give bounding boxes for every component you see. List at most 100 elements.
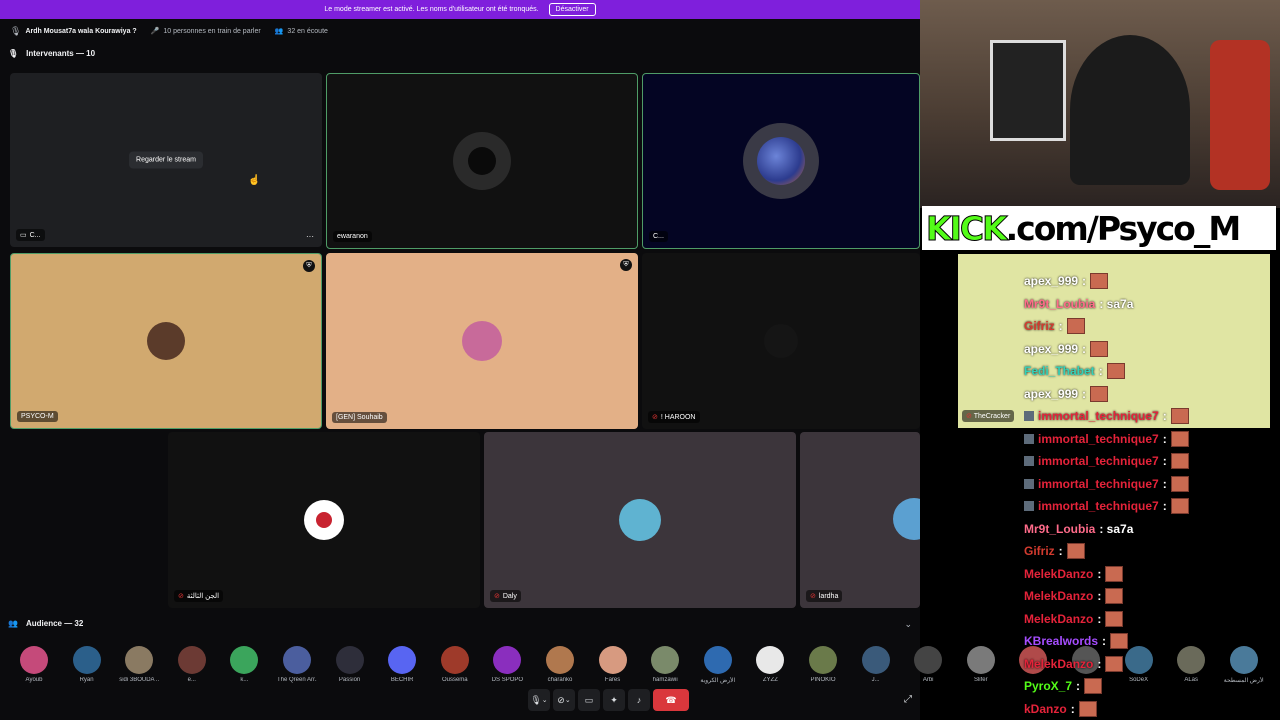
fullscreen-icon[interactable]: ⤢ xyxy=(904,694,912,705)
audience-member[interactable]: Oussema xyxy=(435,646,475,683)
disable-streamer-mode-button[interactable]: Désactiver xyxy=(548,3,596,16)
audience-member[interactable]: hamzawii xyxy=(645,646,685,683)
speaker-name-label: ⊘ TheCracker xyxy=(962,410,1015,422)
kick-url-banner: KICK .com/Psyco_M xyxy=(922,206,1276,250)
voice-controls: 🎙 ⌄ ⊘ ⌄ ▭ ✦ ♪ ☎ xyxy=(528,688,742,712)
chat-text: : xyxy=(1082,274,1087,289)
audience-name: الأرض الكروية xyxy=(700,678,736,684)
audience-avatar xyxy=(809,646,837,674)
audience-avatar xyxy=(72,646,101,674)
audience-name: e... xyxy=(187,677,196,683)
chat-username: immortal_technique7 xyxy=(1038,454,1159,469)
chat-badge-icon xyxy=(1024,501,1034,512)
speaker-name-label: PSYCO-M xyxy=(17,411,58,422)
audience-member[interactable]: The Qreen Arr... xyxy=(277,646,317,683)
banner-text: Le mode streamer est activé. Les noms d'… xyxy=(324,6,539,13)
camera-toggle-button[interactable]: ⊘ ⌄ xyxy=(553,689,575,711)
audience-avatar xyxy=(440,646,469,674)
sound-icon: ♪ xyxy=(636,695,642,705)
speaker-tile[interactable]: ⊘ lardha xyxy=(800,432,920,608)
chat-message: immortal_technique7: xyxy=(1024,405,1252,428)
speaking-count: 🎤 10 personnes en train de parler xyxy=(150,27,261,36)
chat-badge-icon xyxy=(1024,411,1034,422)
muted-icon: ⊘ xyxy=(810,593,816,600)
soundboard-button[interactable]: ♪ xyxy=(628,689,650,711)
audience-member[interactable]: Arbi xyxy=(908,646,948,683)
audience-member[interactable]: BECHIR xyxy=(382,646,422,683)
camera-off-icon: ⊘ xyxy=(557,694,565,705)
more-options-button[interactable]: ··· xyxy=(306,232,314,241)
speaker-name-label: ⊘ Daly xyxy=(490,590,521,602)
speaker-tile[interactable]: C... xyxy=(642,73,920,249)
chat-username: Gifriz xyxy=(1024,544,1055,559)
chat-emote-icon xyxy=(1105,610,1124,627)
audience-avatar xyxy=(651,646,680,674)
chat-text: : xyxy=(1162,409,1167,424)
chat-message: Mr9t_Loubia: sa7a xyxy=(1024,293,1252,316)
chat-text: : xyxy=(1102,634,1107,649)
audience-member[interactable]: PINOKIO xyxy=(803,646,843,683)
chat-username: MelekDanzo xyxy=(1024,611,1094,626)
audience-name: charanko xyxy=(547,677,573,683)
audience-avatar xyxy=(125,646,154,674)
speaker-name-label: [GEN] Souhaib xyxy=(332,412,387,423)
chat-username: kDanzo xyxy=(1024,701,1067,716)
chat-text: : xyxy=(1082,386,1087,401)
audience-member[interactable]: sidi 3BOUDA ... xyxy=(119,646,159,683)
speaker-tile[interactable]: ⊘ الجن الثالثة xyxy=(168,432,480,608)
chat-message: Gifriz: xyxy=(1024,540,1252,563)
audience-avatar xyxy=(598,646,627,674)
speaker-tile[interactable]: ⛨ PSYCO-M xyxy=(10,253,322,429)
speaker-avatar xyxy=(619,499,661,541)
audience-avatar xyxy=(177,646,206,674)
speaker-name-label: ⊘ lardha xyxy=(806,590,843,602)
audience-member[interactable]: charanko xyxy=(540,646,580,683)
speaker-avatar xyxy=(147,322,185,360)
chat-username: immortal_technique7 xyxy=(1038,431,1159,446)
activities-button[interactable]: ✦ xyxy=(603,689,625,711)
speakers-section-title: 🎙 Intervenants — 10 xyxy=(8,49,96,58)
audience-member[interactable]: J... xyxy=(856,646,896,683)
speaker-tile[interactable]: ⊘! HAROON xyxy=(642,253,920,429)
audience-member[interactable]: Slifer xyxy=(961,646,1001,683)
listening-count: 👥 32 en écoute xyxy=(274,27,328,36)
audience-member[interactable]: e... xyxy=(172,646,212,683)
chat-text: : xyxy=(1162,454,1167,469)
speaker-tile[interactable]: ⛨ [GEN] Souhaib xyxy=(326,253,638,429)
speaker-avatar xyxy=(462,321,502,361)
speaker-avatar xyxy=(893,498,920,540)
chat-badge-icon xyxy=(1024,433,1034,444)
chat-text: : xyxy=(1162,476,1167,491)
chat-username: immortal_technique7 xyxy=(1038,499,1159,514)
audience-member[interactable]: DS SPOPO xyxy=(487,646,527,683)
chat-emote-icon xyxy=(1084,678,1103,695)
speaker-tile[interactable]: ⊘ Daly xyxy=(484,432,796,608)
audience-member[interactable]: Passion xyxy=(330,646,370,683)
screen-share-button[interactable]: ▭ xyxy=(578,689,600,711)
chat-message: KBrealwords: xyxy=(1024,630,1252,653)
chat-text: : xyxy=(1058,319,1063,334)
disconnect-button[interactable]: ☎ xyxy=(653,689,689,711)
audience-member[interactable]: الأرض الكروية xyxy=(698,646,738,684)
audience-member[interactable]: Fares xyxy=(593,646,633,683)
watch-stream-button[interactable]: Regarder le stream xyxy=(129,151,203,169)
audience-member[interactable]: Ayoub xyxy=(14,646,54,683)
chat-message: PyroX_7: xyxy=(1024,675,1252,698)
speaker-tile[interactable]: ewaranon xyxy=(326,73,638,249)
collapse-chevron-icon[interactable]: ⌄ xyxy=(904,619,912,630)
audience-member[interactable]: ZYZZ xyxy=(750,646,790,683)
chat-emote-icon xyxy=(1105,588,1124,605)
audience-avatar xyxy=(966,646,995,674)
microphone-toggle-button[interactable]: 🎙 ⌄ xyxy=(528,689,550,711)
streamer-mode-banner: Le mode streamer est activé. Les noms d'… xyxy=(0,0,920,19)
users-icon: 👥 xyxy=(274,28,284,35)
audience-member[interactable]: k... xyxy=(224,646,264,683)
chat-emote-icon xyxy=(1090,340,1109,357)
audience-name: DS SPOPO xyxy=(491,677,524,683)
audience-avatar xyxy=(283,646,311,674)
speaker-name-label: ▭ C... xyxy=(16,229,45,241)
audience-member[interactable]: Ryan xyxy=(67,646,107,683)
audience-avatar xyxy=(230,646,259,674)
microphone-icon: 🎤 xyxy=(150,28,160,35)
speaker-tile[interactable]: Regarder le stream ☝ ▭ C... ··· xyxy=(10,73,322,247)
